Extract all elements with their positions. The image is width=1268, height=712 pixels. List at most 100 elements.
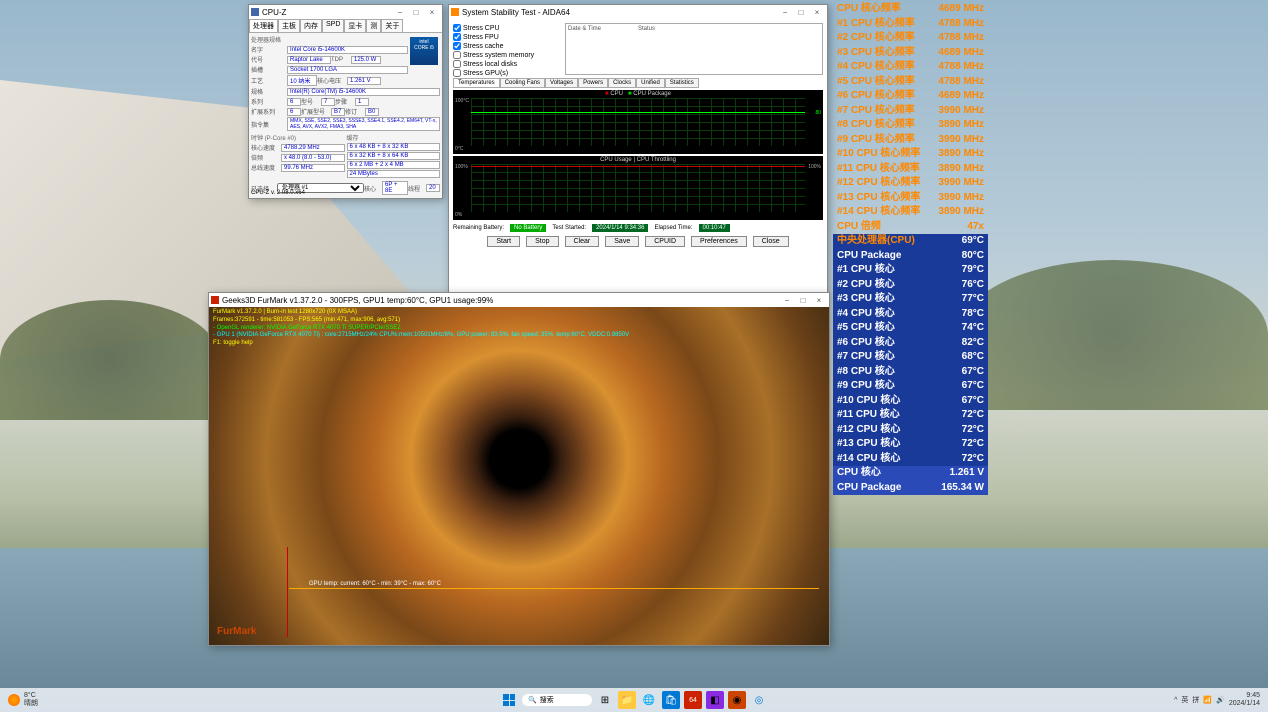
status-row: Remaining Battery:No Battery Test Starte… [453, 224, 823, 232]
osd-temp-row: #8 CPU 核心67°C [833, 365, 988, 380]
taskbar-search[interactable]: 🔍搜索 [522, 694, 592, 706]
furmark-icon [211, 296, 219, 304]
osd-freq-row: #6 CPU 核心频率4689 MHz [833, 89, 988, 104]
tab-about[interactable]: 关于 [381, 19, 403, 32]
stress-gpu-check[interactable] [453, 69, 461, 77]
osd-temp-list: #1 CPU 核心79°C#2 CPU 核心76°C#3 CPU 核心77°C#… [833, 263, 988, 466]
tab-voltages[interactable]: Voltages [545, 78, 578, 88]
furmark-titlebar[interactable]: Geeks3D FurMark v1.37.2.0 - 300FPS, GPU1… [209, 293, 829, 307]
tab-temperatures[interactable]: Temperatures [453, 78, 500, 88]
furmark-window[interactable]: Geeks3D FurMark v1.37.2.0 - 300FPS, GPU1… [208, 292, 830, 646]
stop-button[interactable]: Stop [526, 236, 558, 247]
clear-button[interactable]: Clear [565, 236, 600, 247]
stress-options: Stress CPU Stress FPU Stress cache Stres… [453, 23, 563, 78]
tab-cpu[interactable]: 处理器 [249, 19, 278, 32]
osd-temp-row: #3 CPU 核心77°C [833, 292, 988, 307]
close-button[interactable]: × [811, 296, 827, 305]
osd-temp-row: #7 CPU 核心68°C [833, 350, 988, 365]
tab-statistics[interactable]: Statistics [665, 78, 699, 88]
tab-powers[interactable]: Powers [578, 78, 608, 88]
aida64-titlebar[interactable]: System Stability Test - AIDA64 − □ × [449, 5, 827, 19]
osd-temp-row: #4 CPU 核心78°C [833, 307, 988, 322]
maximize-button[interactable]: □ [795, 296, 811, 305]
cpuz-window[interactable]: CPU-Z − □ × 处理器 主板 内存 SPD 显卡 测 关于 intel … [248, 4, 443, 199]
tray-chevron-icon[interactable]: ^ [1174, 697, 1177, 704]
tab-mainboard[interactable]: 主板 [278, 19, 300, 32]
graph-tabs: Temperatures Cooling Fans Voltages Power… [453, 78, 823, 88]
tab-bench[interactable]: 测 [366, 19, 381, 32]
osd-temp-row: #14 CPU 核心72°C [833, 452, 988, 467]
save-button[interactable]: Save [605, 236, 639, 247]
aida64-title: System Stability Test - AIDA64 [462, 8, 570, 17]
osd-freq-row: CPU 核心频率4689 MHz [833, 2, 988, 17]
explorer-icon[interactable]: 📁 [618, 691, 636, 709]
cpu-power: CPU Package165.34 W [833, 481, 988, 496]
cpu-package-temp: CPU Package80°C [833, 249, 988, 264]
stress-cpu-check[interactable] [453, 24, 461, 32]
maximize-button[interactable]: □ [408, 8, 424, 17]
app-icon[interactable]: ◧ [706, 691, 724, 709]
cpuz-tabs: 处理器 主板 内存 SPD 显卡 测 关于 [249, 19, 442, 33]
minimize-button[interactable]: − [779, 296, 795, 305]
tab-clocks[interactable]: Clocks [608, 78, 636, 88]
close-aida-button[interactable]: Close [753, 236, 789, 247]
tab-graphics[interactable]: 显卡 [344, 19, 366, 32]
start-button[interactable] [500, 691, 518, 709]
furmark-taskbar-icon[interactable]: ◉ [728, 691, 746, 709]
furmark-logo: FurMark [217, 626, 256, 637]
stress-fpu-check[interactable] [453, 33, 461, 41]
cpuz-version: CPU-Z v. 2.08.0.x64 [251, 190, 305, 196]
maximize-button[interactable]: □ [793, 8, 809, 17]
test-started: 2024/1/14 9:34:36 [592, 224, 648, 232]
tab-unified[interactable]: Unified [636, 78, 665, 88]
osd-temp-row: #10 CPU 核心67°C [833, 394, 988, 409]
osd-freq-row: #14 CPU 核心频率3890 MHz [833, 205, 988, 220]
cpuz-titlebar[interactable]: CPU-Z − □ × [249, 5, 442, 19]
preferences-button[interactable]: Preferences [691, 236, 747, 247]
tray-lang[interactable]: 英 [1181, 695, 1188, 705]
task-view-icon[interactable]: ⊞ [596, 691, 614, 709]
close-button[interactable]: × [809, 8, 825, 17]
osd-temp-row: #9 CPU 核心67°C [833, 379, 988, 394]
close-button[interactable]: × [424, 8, 440, 17]
system-tray[interactable]: ^ 英 拼 📶 🔊 9:45 2024/1/14 [1174, 692, 1260, 707]
stress-cache-check[interactable] [453, 42, 461, 50]
elapsed-time: 00:10:47 [699, 224, 730, 232]
edge-icon[interactable]: 🌐 [640, 691, 658, 709]
volume-icon[interactable]: 🔊 [1216, 696, 1225, 704]
battery-status: No Battery [510, 224, 546, 232]
aida64-window[interactable]: System Stability Test - AIDA64 − □ × Str… [448, 4, 828, 294]
osd-freq-row: #12 CPU 核心频率3990 MHz [833, 176, 988, 191]
aida64-taskbar-icon[interactable]: 64 [684, 691, 702, 709]
app2-icon[interactable]: ◎ [750, 691, 768, 709]
minimize-button[interactable]: − [777, 8, 793, 17]
stress-memory-check[interactable] [453, 51, 461, 59]
osd-temp-row: #1 CPU 核心79°C [833, 263, 988, 278]
weather-widget[interactable]: 8°C晴朗 [8, 692, 38, 707]
tab-fans[interactable]: Cooling Fans [500, 78, 545, 88]
osd-freq-row: #5 CPU 核心频率4788 MHz [833, 75, 988, 90]
hwinfo-osd: CPU 核心频率4689 MHz#1 CPU 核心频率4788 MHz#2 CP… [833, 2, 988, 495]
osd-freq-row: #3 CPU 核心频率4689 MHz [833, 46, 988, 61]
tab-spd[interactable]: SPD [322, 19, 344, 32]
gpu-temp-label: GPU temp: current: 60°C - min: 39°C - ma… [309, 581, 441, 587]
furmark-overlay: FurMark v1.37.2.0 | Burn-in test 1280x72… [213, 309, 629, 348]
minimize-button[interactable]: − [392, 8, 408, 17]
stress-disk-check[interactable] [453, 60, 461, 68]
taskbar[interactable]: 8°C晴朗 🔍搜索 ⊞ 📁 🌐 🛍 64 ◧ ◉ ◎ ^ 英 拼 📶 🔊 9:4… [0, 688, 1268, 712]
store-icon[interactable]: 🛍 [662, 691, 680, 709]
taskbar-clock[interactable]: 9:45 2024/1/14 [1229, 692, 1260, 707]
tray-ime[interactable]: 拼 [1192, 695, 1199, 705]
intel-badge: intel CORE i5 [410, 37, 438, 65]
osd-temp-row: #6 CPU 核心82°C [833, 336, 988, 351]
cpuid-button[interactable]: CPUID [645, 236, 685, 247]
wifi-icon[interactable]: 📶 [1203, 696, 1212, 704]
tab-memory[interactable]: 内存 [300, 19, 322, 32]
start-button[interactable]: Start [487, 236, 520, 247]
temp-graph: ■ CPU ■ CPU Package 100°C 0°C 80 [453, 90, 823, 154]
furmark-render: FurMark v1.37.2.0 | Burn-in test 1280x72… [209, 307, 829, 645]
osd-freq-row: #9 CPU 核心频率3990 MHz [833, 133, 988, 148]
search-icon: 🔍 [528, 696, 537, 704]
osd-freq-row: #7 CPU 核心频率3990 MHz [833, 104, 988, 119]
osd-freq-row: #13 CPU 核心频率3990 MHz [833, 191, 988, 206]
